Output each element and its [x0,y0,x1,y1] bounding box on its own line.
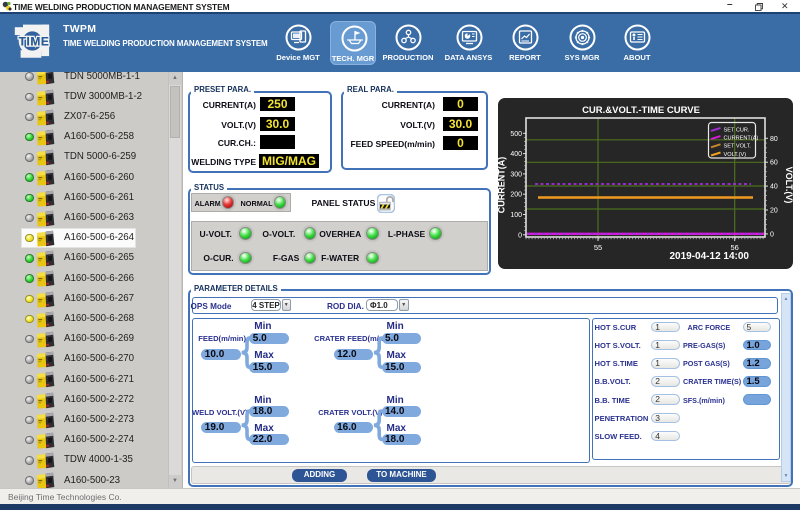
svg-text:TIME: TIME [19,35,50,49]
